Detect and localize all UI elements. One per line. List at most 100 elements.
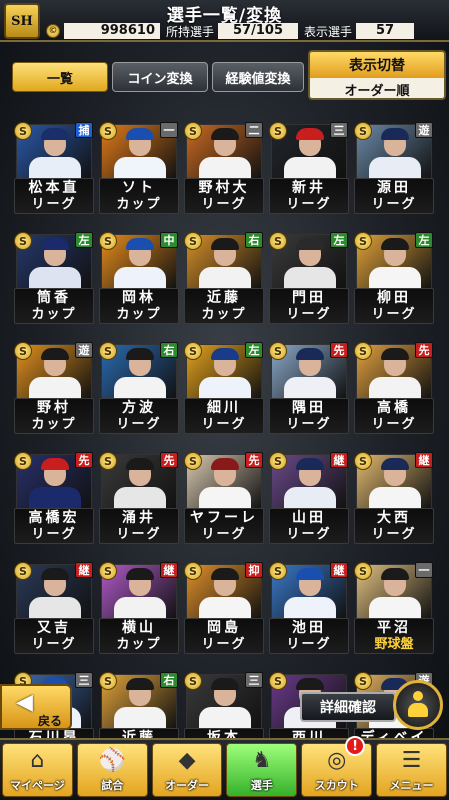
player-name: 大西: [377, 510, 411, 526]
nav-label: メニュー: [389, 779, 434, 792]
uniform: [199, 377, 251, 399]
uniform: [199, 267, 251, 289]
s-rank-coin-icon: S: [184, 232, 202, 250]
player-card[interactable]: S 一平沼 野球盤: [354, 558, 434, 656]
name-plate: 岡林 カップ: [99, 288, 179, 324]
player-type: カップ: [116, 197, 162, 212]
name-plate: 方波 リーグ: [99, 398, 179, 434]
name-plate: 高橋宏 リーグ: [14, 508, 94, 544]
player-card[interactable]: S 遊源田 リーグ: [354, 118, 434, 216]
player-card[interactable]: S 先隅田 リーグ: [269, 338, 349, 436]
player-card[interactable]: S 左細川 リーグ: [184, 338, 264, 436]
name-plate: 筒香 カップ: [14, 288, 94, 324]
player-name: 門田: [292, 290, 326, 306]
player-card[interactable]: S 二野村大 リーグ: [184, 118, 264, 216]
cap: [126, 348, 154, 360]
player-type: リーグ: [201, 637, 247, 652]
s-rank-coin-icon: S: [99, 452, 117, 470]
player-card[interactable]: S 左柳田 リーグ: [354, 228, 434, 326]
player-card[interactable]: S 継大西 リーグ: [354, 448, 434, 546]
player-card[interactable]: S 継池田 リーグ: [269, 558, 349, 656]
uniform: [284, 597, 336, 619]
name-plate: 涌井 リーグ: [99, 508, 179, 544]
player-type: 野球盤: [374, 637, 414, 652]
name-plate: 隅田 リーグ: [269, 398, 349, 434]
nav-item-0[interactable]: ⌂ マイページ: [2, 743, 73, 797]
tab-exp-convert[interactable]: 経験値変換: [212, 62, 304, 92]
player-card[interactable]: S 抑岡島 リーグ: [184, 558, 264, 656]
player-type: リーグ: [286, 307, 332, 322]
position-badge: 右: [160, 672, 178, 688]
player-card[interactable]: S 中岡林 カップ: [99, 228, 179, 326]
owned-players-label: 所持選手: [166, 24, 215, 39]
player-name: 山田: [292, 510, 326, 526]
uniform: [369, 267, 421, 289]
player-name: 岡島: [207, 620, 241, 636]
player-name: 岡林: [122, 290, 156, 306]
player-type: リーグ: [286, 527, 332, 542]
s-rank-coin-icon: S: [184, 672, 202, 690]
name-plate: 横山 カップ: [99, 618, 179, 654]
player-card[interactable]: S 左筒香 カップ: [14, 228, 94, 326]
tab-list[interactable]: 一覧: [12, 62, 108, 92]
player-type: リーグ: [31, 527, 77, 542]
player-name: 池田: [292, 620, 326, 636]
player-card[interactable]: S 先高橋宏 リーグ: [14, 448, 94, 546]
s-rank-coin-icon: S: [354, 232, 372, 250]
cap: [296, 348, 324, 360]
player-card[interactable]: S 左門田 リーグ: [269, 228, 349, 326]
player-card[interactable]: S 捕松本直 リーグ: [14, 118, 94, 216]
name-plate: 大西 リーグ: [354, 508, 434, 544]
position-badge: 先: [330, 342, 348, 358]
displayed-players-label: 表示選手: [304, 24, 353, 39]
player-card[interactable]: S 三新井 リーグ: [269, 118, 349, 216]
player-card[interactable]: S 先高橋 リーグ: [354, 338, 434, 436]
player-card[interactable]: S 継横山 カップ: [99, 558, 179, 656]
field-icon: ◆: [178, 748, 196, 773]
nav-item-2[interactable]: ◆ オーダー: [151, 743, 223, 797]
player-card[interactable]: S 一ソト カップ: [99, 118, 179, 216]
player-card[interactable]: S 右方波 リーグ: [99, 338, 179, 436]
player-card[interactable]: S 右近藤 カップ: [184, 228, 264, 326]
tab-coin-convert[interactable]: コイン変換: [112, 62, 208, 92]
player-icon: ♞: [252, 748, 272, 773]
position-badge: 三: [330, 122, 348, 138]
bat-icon: ⚾: [98, 748, 126, 773]
player-card[interactable]: S 先ヤフーレ リーグ: [184, 448, 264, 546]
nav-item-3[interactable]: ♞ 選手: [226, 743, 298, 797]
s-rank-coin-icon: S: [14, 342, 32, 360]
home-icon: ⌂: [30, 748, 45, 773]
nav-label: 試合: [101, 779, 124, 792]
scout-icon: ◎: [327, 748, 347, 773]
player-type: リーグ: [201, 527, 247, 542]
position-badge: 先: [75, 452, 93, 468]
cap: [126, 568, 154, 580]
player-card[interactable]: S 継山田 リーグ: [269, 448, 349, 546]
player-card[interactable]: S 先涌井 リーグ: [99, 448, 179, 546]
nav-label: オーダー: [165, 779, 210, 792]
s-rank-coin-icon: S: [14, 562, 32, 580]
nav-item-5[interactable]: ☰ メニュー: [376, 743, 447, 797]
position-badge: 右: [160, 342, 178, 358]
player-name: 松本直: [28, 180, 80, 196]
back-button[interactable]: ◀ 戻る: [0, 684, 72, 730]
detail-confirm-button[interactable]: 詳細確認: [300, 692, 396, 722]
detail-person-icon[interactable]: [393, 680, 443, 730]
name-plate: 又吉 リーグ: [14, 618, 94, 654]
display-switch-button[interactable]: 表示切替 オーダー順: [308, 50, 446, 100]
player-type: カップ: [31, 417, 77, 432]
nav-item-4[interactable]: ◎ スカウト!: [301, 736, 373, 797]
uniform: [284, 377, 336, 399]
uniform: [114, 157, 166, 179]
s-rank-coin-icon: S: [354, 342, 372, 360]
player-card[interactable]: S 遊野村 カップ: [14, 338, 94, 436]
uniform: [284, 487, 336, 509]
name-plate: 高橋 リーグ: [354, 398, 434, 434]
player-card[interactable]: S 継又吉 リーグ: [14, 558, 94, 656]
name-plate: 柳田 リーグ: [354, 288, 434, 324]
nav-item-1[interactable]: ⚾ 試合: [76, 743, 148, 797]
s-rank-coin-icon: S: [99, 562, 117, 580]
position-badge: 継: [330, 452, 348, 468]
position-badge: 先: [160, 452, 178, 468]
cap: [41, 568, 69, 580]
